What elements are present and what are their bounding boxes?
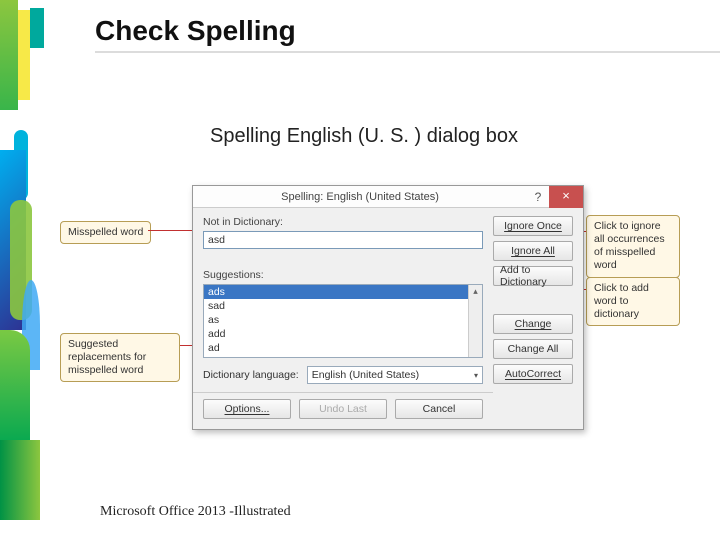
spelling-dialog: Spelling: English (United States) ? × No… [192,185,584,430]
add-to-dictionary-button[interactable]: Add to Dictionary [493,266,573,286]
help-button[interactable]: ? [527,186,549,208]
cancel-button[interactable]: Cancel [395,399,483,419]
dialog-title: Spelling: English (United States) [193,191,527,203]
ignore-once-button[interactable]: Ignore Once [493,216,573,236]
change-button[interactable]: Change [493,314,573,334]
callout-add-to-dictionary: Click to add word to dictionary [586,277,680,326]
list-item[interactable]: add [204,327,482,341]
ignore-all-button[interactable]: Ignore All [493,241,573,261]
not-in-dictionary-input[interactable] [203,231,483,249]
dialog-titlebar: Spelling: English (United States) ? × [193,186,583,208]
callout-misspelled-word: Misspelled word [60,221,151,244]
list-item[interactable]: as [204,313,482,327]
scrollbar[interactable]: ▴ [468,285,482,357]
suggestions-label: Suggestions: [203,269,483,281]
chevron-down-icon: ▾ [474,371,478,380]
page-title: Check Spelling [95,15,296,47]
options-button[interactable]: Options... [203,399,291,419]
scroll-up-icon[interactable]: ▴ [469,285,482,299]
autocorrect-button[interactable]: AutoCorrect [493,364,573,384]
list-item[interactable]: ads [204,285,482,299]
suggestions-listbox[interactable]: ads sad as add ad ask ▴ [203,284,483,358]
list-item[interactable]: ask [204,355,482,358]
undo-last-button[interactable]: Undo Last [299,399,387,419]
page-subtitle: Spelling English (U. S. ) dialog box [210,125,518,148]
combo-value: English (United States) [312,369,419,381]
callout-ignore-all: Click to ignore all occurrences of missp… [586,215,680,278]
list-item[interactable]: sad [204,299,482,313]
list-item[interactable]: ad [204,341,482,355]
divider [193,392,493,393]
callout-suggested-replacements: Suggested replacements for misspelled wo… [60,333,180,382]
dictionary-language-label: Dictionary language: [203,369,299,381]
page-footer: Microsoft Office 2013 -Illustrated [100,504,291,520]
change-all-button[interactable]: Change All [493,339,573,359]
figure: Misspelled word Suggested replacements f… [60,185,680,465]
not-in-dictionary-label: Not in Dictionary: [203,216,483,228]
dictionary-language-combobox[interactable]: English (United States) ▾ [307,366,483,384]
close-button[interactable]: × [549,186,583,208]
